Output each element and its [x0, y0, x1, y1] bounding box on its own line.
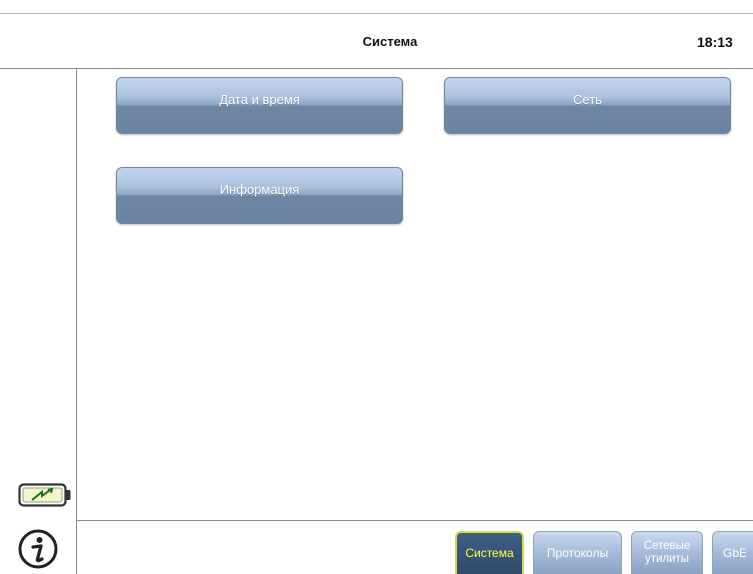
clock: 18:13 [697, 34, 733, 50]
title-bar: Система 18:13 [0, 0, 753, 69]
network-button[interactable]: Сеть [444, 77, 731, 134]
battery-charging-icon[interactable] [18, 482, 74, 513]
tab-protocols[interactable]: Протоколы [533, 531, 622, 574]
tab-gbe-label: GbE [723, 545, 748, 560]
tab-protocols-label: Протоколы [546, 545, 609, 560]
date-time-button[interactable]: Дата и время [116, 77, 403, 134]
title-bar-divider [0, 13, 753, 14]
info-icon[interactable] [18, 529, 58, 574]
tab-network-utilities[interactable]: Сетевые утилиты [631, 531, 703, 574]
information-label: Информация [219, 182, 300, 197]
tab-gbe[interactable]: GbE [712, 531, 753, 574]
tab-network-utilities-label: Сетевые утилиты [643, 540, 691, 565]
tab-system-label: Система [465, 546, 514, 560]
bottom-divider [77, 520, 753, 521]
page-title: Система [362, 34, 418, 49]
information-button[interactable]: Информация [116, 167, 403, 224]
network-label: Сеть [573, 92, 602, 107]
date-time-label: Дата и время [219, 92, 300, 107]
tab-system[interactable]: Система [455, 531, 524, 574]
